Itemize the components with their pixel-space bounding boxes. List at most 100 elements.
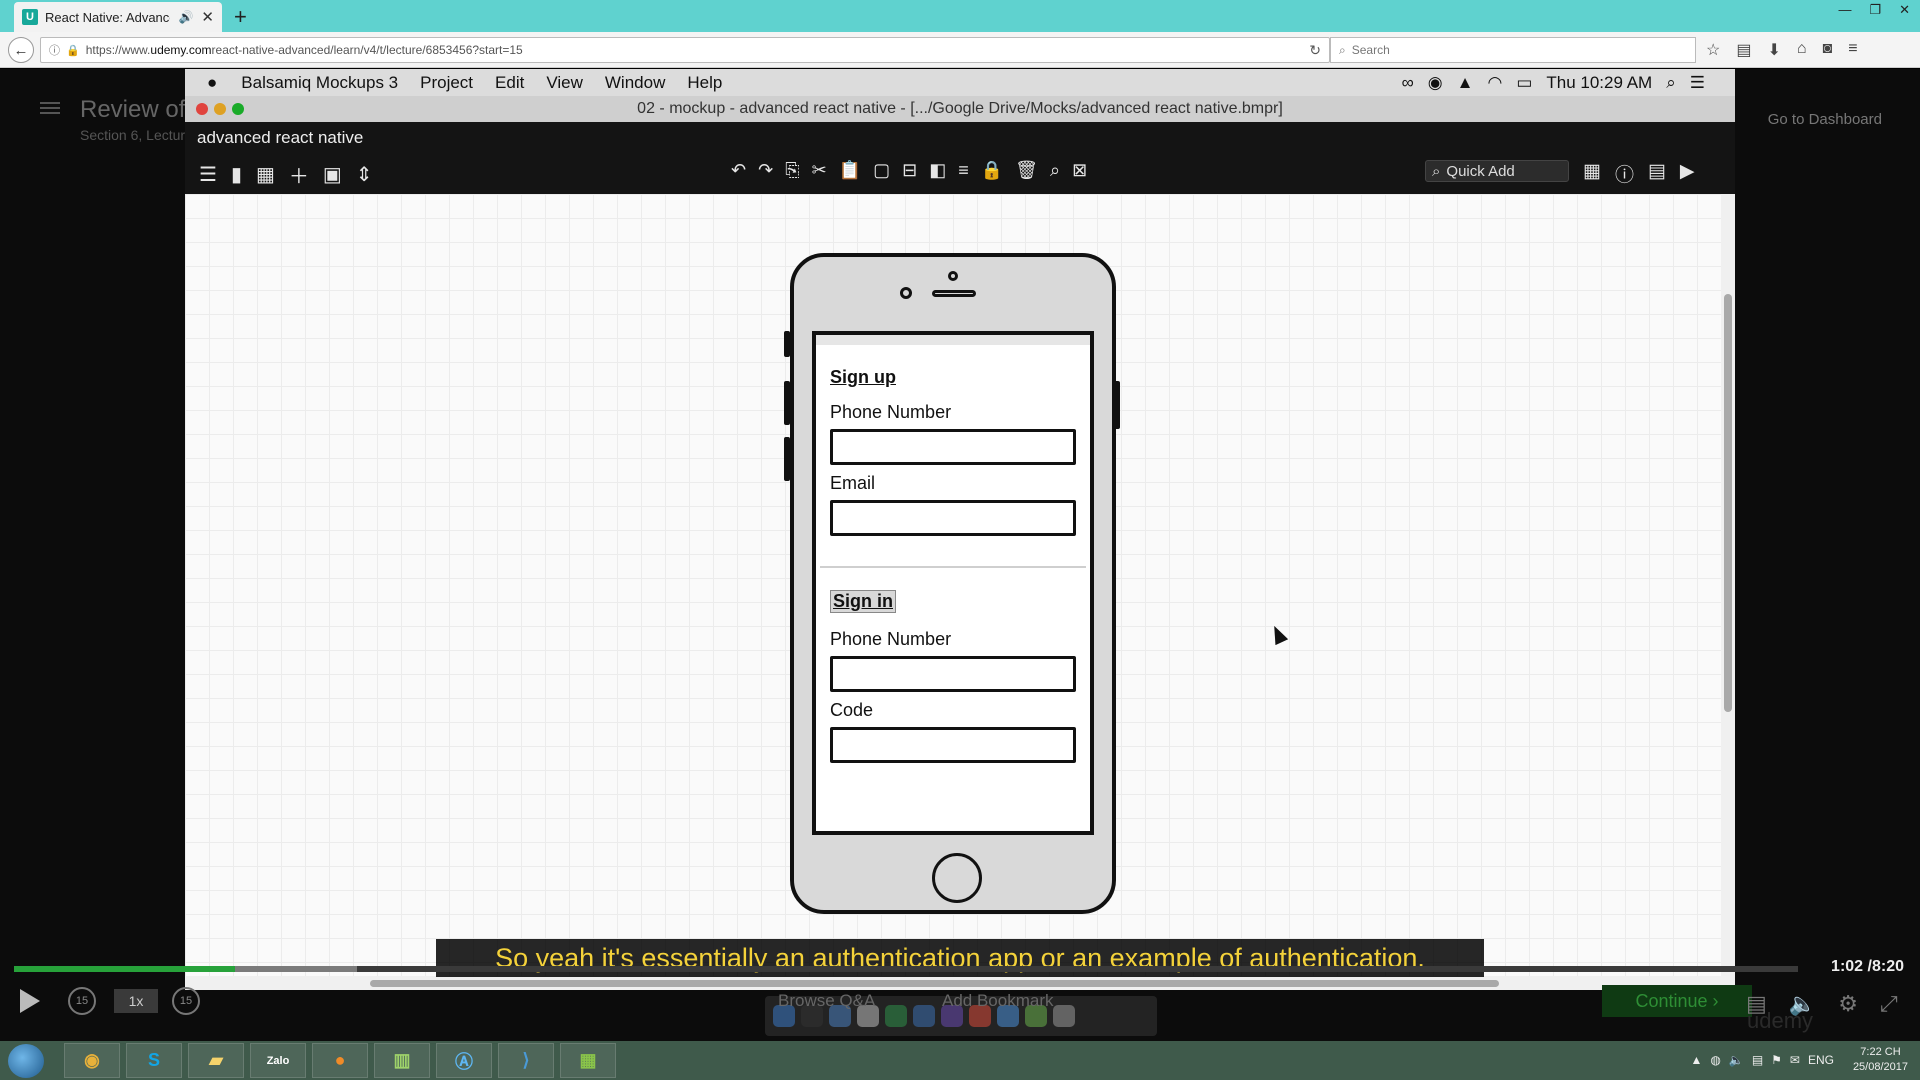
udemy-watermark: udemy — [1747, 1008, 1814, 1033]
mac-clock: Thu 10:29 AM — [1546, 72, 1653, 92]
back-button[interactable]: ← — [8, 37, 34, 63]
wifi-icon: ◠ — [1487, 72, 1503, 92]
start-button[interactable] — [8, 1044, 44, 1078]
search-input[interactable]: ⌕ Search — [1330, 37, 1696, 63]
tray-volume-icon[interactable]: 🔈 — [1729, 1053, 1744, 1067]
arrange-icon: ◧ — [929, 160, 947, 180]
window-close-icon[interactable]: ✕ — [1899, 2, 1910, 18]
grid-icon: ▦ — [255, 164, 275, 186]
taskbar-explorer[interactable]: ▰ — [188, 1043, 244, 1078]
taskbar-sheets[interactable]: ▥ — [374, 1043, 430, 1078]
windows-taskbar: ◉ S ▰ Zalo ● ▥ Ⓐ ⟩ ▦ ▲ ◍ 🔈 ▤ ⚑ ✉ ENG 7:2… — [0, 1041, 1920, 1080]
phone-volume-up — [784, 381, 790, 425]
video-timecode: 1:02 /8:20 — [1831, 958, 1904, 976]
taskbar-clock[interactable]: 7:22 CH 25/08/2017 — [1853, 1045, 1908, 1075]
tray-message-icon[interactable]: ✉ — [1790, 1053, 1800, 1067]
toolbar-right: ▦ ⓘ ▤ ▶ — [1583, 160, 1695, 187]
taskbar-zalo[interactable]: Zalo — [250, 1043, 306, 1078]
time-current: 1:02 — [1831, 958, 1864, 975]
phone-volume-down — [784, 437, 790, 481]
taskbar-firefox[interactable]: ● — [312, 1043, 368, 1078]
apple-icon: ● — [207, 72, 218, 92]
phone-speaker — [932, 290, 976, 297]
window-controls: — ❐ ✕ — [1838, 2, 1910, 18]
phone-mute-switch — [784, 331, 790, 357]
taskbar-time: 7:22 CH — [1860, 1046, 1901, 1058]
tray-flag-icon[interactable]: ⚑ — [1771, 1053, 1782, 1067]
video-progress-bar[interactable] — [14, 966, 1798, 972]
url-host: udemy.com — [150, 43, 212, 57]
fullscreen-icon[interactable]: ⤢ — [1880, 991, 1898, 1017]
copy-icon: ⎘ — [785, 160, 800, 180]
signin-code-label: Code — [830, 700, 874, 720]
toolbar-left: ☰ ▮ ▦ ＋ ▣ ⇕ — [199, 160, 373, 189]
record-icon: ◉ — [1427, 72, 1443, 92]
tab-audio-icon[interactable]: 🔊 — [178, 10, 193, 24]
menu-help: Help — [687, 72, 723, 92]
bookmarks-icon[interactable]: ▤ — [1736, 40, 1751, 60]
browse-qa-button[interactable]: Browse Q&A — [778, 991, 875, 1011]
url-bar[interactable]: ⓘ 🔒 https://www. udemy.com react-native-ad… — [40, 37, 1330, 63]
project-name: advanced react native — [197, 128, 364, 147]
quick-add-label: Quick Add — [1446, 162, 1515, 180]
new-tab-button[interactable]: + — [234, 4, 247, 30]
phone-power-button — [1114, 381, 1120, 429]
menu-view: View — [546, 72, 583, 92]
zoom-dot-icon — [232, 103, 244, 115]
browser-tab[interactable]: U React Native: Advanced 🔊 ✕ — [14, 2, 222, 32]
continue-button[interactable]: Continue › — [1602, 985, 1752, 1017]
tray-unikey-icon[interactable]: ◍ — [1710, 1053, 1720, 1067]
continue-label: Continue — [1635, 991, 1708, 1011]
taskbar-notepad[interactable]: ▦ — [560, 1043, 616, 1078]
tray-network-icon[interactable]: ▤ — [1752, 1053, 1763, 1067]
signup-phone-field — [830, 429, 1076, 465]
phone-camera — [900, 287, 912, 299]
reload-icon[interactable]: ↻ — [1309, 42, 1321, 59]
present-icon: ▶ — [1679, 161, 1695, 182]
taskbar-app[interactable]: Ⓐ — [436, 1043, 492, 1078]
play-icon[interactable] — [20, 989, 40, 1013]
browser-toolbar-icons: ☆ ▤ ⬇ ⌂ ◙ ≡ — [1706, 40, 1858, 60]
zoom-icon: ⌕ — [1050, 160, 1061, 180]
settings-gear-icon[interactable]: ⚙ — [1838, 991, 1858, 1017]
downloads-icon[interactable]: ⬇ — [1767, 40, 1780, 60]
minimize-icon[interactable]: — — [1838, 2, 1851, 18]
browser-nav-bar: ← ⓘ 🔒 https://www. udemy.com react-native-… — [0, 32, 1920, 68]
phone-screen: Sign up Phone Number Email Sign in Phone… — [812, 331, 1094, 835]
progress-played — [14, 966, 236, 972]
taskbar-skype[interactable]: S — [126, 1043, 182, 1078]
signup-phone-label: Phone Number — [830, 402, 952, 422]
lock-icon: 🔒 — [980, 160, 1004, 180]
playback-rate-button[interactable]: 1x — [114, 989, 158, 1013]
url-prefix: https://www. — [85, 43, 151, 57]
taskbar-vscode[interactable]: ⟩ — [498, 1043, 554, 1078]
curriculum-menu-icon[interactable] — [40, 99, 60, 117]
go-to-dashboard-link[interactable]: Go to Dashboard — [1768, 111, 1882, 128]
phone-mockup: Sign up Phone Number Email Sign in Phone… — [784, 253, 1120, 914]
search-icon: ⌕ — [1339, 42, 1346, 57]
tray-expand-icon[interactable]: ▲ — [1690, 1053, 1702, 1067]
signup-email-label: Email — [830, 473, 876, 493]
taskbar-chrome[interactable]: ◉ — [64, 1043, 120, 1078]
menu-icon[interactable]: ≡ — [1848, 40, 1857, 60]
close-dot-icon — [196, 103, 208, 115]
hamburger-icon: ☰ — [199, 164, 217, 186]
taskbar-date: 25/08/2017 — [1852, 1061, 1908, 1073]
battery-icon: ▭ — [1516, 72, 1533, 92]
sort-icon: ⇕ — [355, 164, 373, 186]
bookmark-star-icon[interactable]: ☆ — [1706, 40, 1720, 60]
rewind-15-button[interactable]: 15 — [68, 987, 96, 1015]
menu-window: Window — [604, 72, 666, 92]
tab-close-icon[interactable]: ✕ — [201, 8, 214, 26]
phone-sensor — [948, 271, 958, 281]
restore-icon[interactable]: ❐ — [1869, 2, 1881, 18]
tray-language[interactable]: ENG — [1808, 1053, 1834, 1067]
udemy-favicon-icon: U — [22, 9, 38, 25]
info-icon[interactable]: ⓘ — [49, 42, 60, 58]
pocket-icon[interactable]: ◙ — [1823, 40, 1833, 60]
search-placeholder: Search — [1351, 43, 1390, 57]
mac-menu-bar: ● Balsamiq Mockups 3 Project Edit View W… — [185, 69, 1735, 96]
add-bookmark-button[interactable]: Add Bookmark — [942, 991, 1054, 1011]
forward-15-button[interactable]: 15 — [172, 987, 200, 1015]
home-icon[interactable]: ⌂ — [1797, 40, 1807, 60]
